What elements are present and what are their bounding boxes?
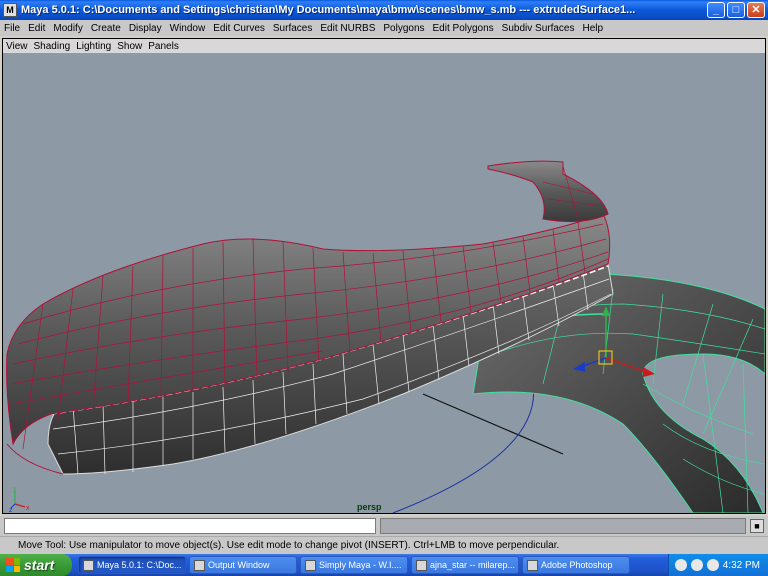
task-label: Output Window xyxy=(208,560,270,570)
menu-edit-nurbs[interactable]: Edit NURBS xyxy=(320,23,375,34)
menu-file[interactable]: File xyxy=(4,23,20,34)
script-editor-icon[interactable]: ■ xyxy=(750,519,764,533)
title-bar[interactable]: M Maya 5.0.1: C:\Documents and Settings\… xyxy=(0,0,768,20)
rear-spoiler[interactable] xyxy=(487,160,609,223)
grid-axis-line xyxy=(422,393,564,455)
task-label: Maya 5.0.1: C:\Doc... xyxy=(97,560,182,570)
help-line: Move Tool: Use manipulator to move objec… xyxy=(0,536,768,554)
svg-text:x: x xyxy=(26,505,30,512)
maximize-button[interactable]: □ xyxy=(727,2,745,18)
maya-icon: M xyxy=(3,3,17,17)
svg-text:y: y xyxy=(13,486,17,493)
panel-menu-lighting[interactable]: Lighting xyxy=(76,41,111,52)
svg-text:z: z xyxy=(9,507,13,512)
task-label: ajna_star -- milarep... xyxy=(430,560,516,570)
tray-chevron-icon[interactable] xyxy=(674,559,687,571)
task-label: Adobe Photoshop xyxy=(541,560,613,570)
window-title: Maya 5.0.1: C:\Documents and Settings\ch… xyxy=(21,4,636,16)
maya-task-icon xyxy=(83,559,94,571)
perspective-panel: View Shading Lighting Show Panels x y z … xyxy=(2,38,766,514)
task-label: Simply Maya - W.I.... xyxy=(319,560,402,570)
panel-menu-view[interactable]: View xyxy=(6,41,28,52)
menu-edit-curves[interactable]: Edit Curves xyxy=(213,23,265,34)
menu-modify[interactable]: Modify xyxy=(53,23,82,34)
menu-subdiv-surfaces[interactable]: Subdiv Surfaces xyxy=(502,23,575,34)
start-button[interactable]: start xyxy=(0,554,72,576)
clock[interactable]: 4:32 PM xyxy=(723,560,760,571)
task-ajna-star[interactable]: ajna_star -- milarep... xyxy=(411,556,519,574)
command-input[interactable] xyxy=(4,518,376,534)
windows-flag-icon xyxy=(6,558,20,572)
viewport-canvas[interactable] xyxy=(3,54,765,513)
menu-display[interactable]: Display xyxy=(129,23,162,34)
start-label: start xyxy=(24,557,55,573)
task-output-window[interactable]: Output Window xyxy=(189,556,297,574)
close-button[interactable]: ✕ xyxy=(747,2,765,18)
task-list: Maya 5.0.1: C:\Doc... Output Window Simp… xyxy=(78,556,668,574)
windows-taskbar: start Maya 5.0.1: C:\Doc... Output Windo… xyxy=(0,554,768,576)
window-task-icon xyxy=(194,559,205,571)
player-task-icon xyxy=(416,559,427,571)
panel-menu-panels[interactable]: Panels xyxy=(148,41,179,52)
3d-viewport[interactable]: x y z persp xyxy=(3,54,765,513)
photoshop-task-icon xyxy=(527,559,538,571)
browser-task-icon xyxy=(305,559,316,571)
panel-menu-shading[interactable]: Shading xyxy=(34,41,71,52)
menu-help[interactable]: Help xyxy=(583,23,604,34)
panel-menu-bar: View Shading Lighting Show Panels xyxy=(3,39,765,54)
task-maya[interactable]: Maya 5.0.1: C:\Doc... xyxy=(78,556,186,574)
manipulator-x-arrow[interactable] xyxy=(643,367,655,377)
command-result-field xyxy=(380,518,746,534)
menu-polygons[interactable]: Polygons xyxy=(383,23,424,34)
panel-menu-show[interactable]: Show xyxy=(117,41,142,52)
task-adobe-photoshop[interactable]: Adobe Photoshop xyxy=(522,556,630,574)
command-line: ■ xyxy=(0,516,768,536)
view-axis-gizmo: x y z xyxy=(9,486,39,512)
window-controls: _ □ ✕ xyxy=(707,2,765,18)
grid-z-axis xyxy=(392,383,535,513)
menu-edit-polygons[interactable]: Edit Polygons xyxy=(433,23,494,34)
menu-edit[interactable]: Edit xyxy=(28,23,45,34)
menu-bar: File Edit Modify Create Display Window E… xyxy=(0,20,768,36)
tray-app-icon[interactable] xyxy=(690,559,703,571)
menu-window[interactable]: Window xyxy=(170,23,206,34)
menu-create[interactable]: Create xyxy=(91,23,121,34)
menu-surfaces[interactable]: Surfaces xyxy=(273,23,312,34)
tray-volume-icon[interactable] xyxy=(706,559,719,571)
maya-window: M Maya 5.0.1: C:\Documents and Settings\… xyxy=(0,0,768,576)
minimize-button[interactable]: _ xyxy=(707,2,725,18)
task-simply-maya[interactable]: Simply Maya - W.I.... xyxy=(300,556,408,574)
system-tray: 4:32 PM xyxy=(668,554,768,576)
camera-label: persp xyxy=(357,502,382,512)
